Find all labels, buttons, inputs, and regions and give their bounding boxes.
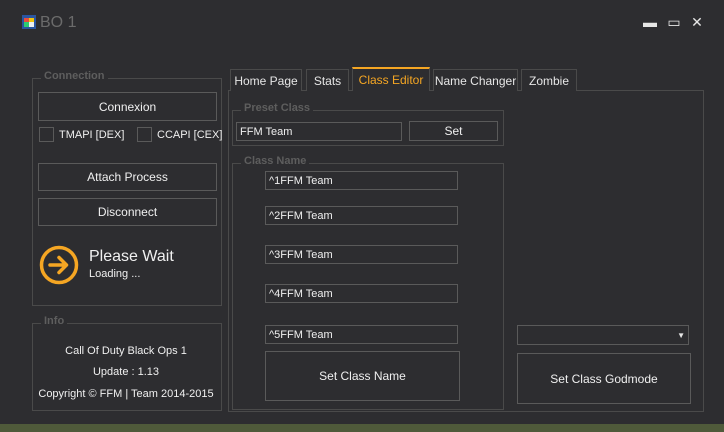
class-name-field-3[interactable]: ^3FFM Team (265, 245, 458, 264)
tab-zombie[interactable]: Zombie (521, 69, 577, 91)
info-copyright: Copyright © FFM | Team 2014-2015 (38, 388, 214, 400)
connection-group-title: Connection (41, 70, 108, 82)
tab-stats[interactable]: Stats (306, 69, 349, 91)
class-name-field-2[interactable]: ^2FFM Team (265, 206, 458, 225)
class-name-field-4[interactable]: ^4FFM Team (265, 284, 458, 303)
tab-home-page[interactable]: Home Page (230, 69, 302, 91)
tmapi-checkbox-box[interactable] (39, 127, 54, 142)
set-class-godmode-button[interactable]: Set Class Godmode (517, 353, 691, 404)
chevron-down-icon[interactable]: ▼ (677, 331, 685, 340)
maximize-button[interactable]: ▭ (665, 14, 683, 31)
close-button[interactable]: ✕ (688, 14, 706, 31)
ccapi-checkbox-box[interactable] (137, 127, 152, 142)
tab-class-editor[interactable]: Class Editor (352, 67, 430, 91)
window-title: BO 1 (40, 14, 77, 31)
attach-process-button[interactable]: Attach Process (38, 163, 217, 191)
preset-class-input[interactable]: FFM Team (236, 122, 402, 141)
set-class-name-button[interactable]: Set Class Name (265, 351, 460, 401)
info-group-title: Info (41, 315, 68, 327)
ccapi-checkbox[interactable]: CCAPI [CEX] (137, 127, 222, 142)
title-bar: BO 1 ▬ ▭ ✕ (0, 0, 724, 48)
tab-name-changer[interactable]: Name Changer (433, 69, 518, 91)
info-game: Call Of Duty Black Ops 1 (65, 345, 187, 357)
status-subtitle: Loading ... (89, 268, 141, 280)
godmode-dropdown[interactable]: ▼ (517, 325, 689, 345)
disconnect-button[interactable]: Disconnect (38, 198, 217, 226)
desktop-background (0, 424, 724, 432)
preset-set-button[interactable]: Set (409, 121, 498, 141)
arrow-right-circle-icon (39, 245, 79, 285)
status-title: Please Wait (89, 248, 174, 265)
tmapi-label: TMAPI [DEX] (59, 128, 125, 141)
ccapi-label: CCAPI [CEX] (157, 128, 223, 141)
connexion-button[interactable]: Connexion (38, 92, 217, 121)
class-name-field-1[interactable]: ^1FFM Team (265, 171, 458, 190)
class-name-field-5[interactable]: ^5FFM Team (265, 325, 458, 344)
tmapi-checkbox[interactable]: TMAPI [DEX] (39, 127, 124, 142)
preset-class-title: Preset Class (241, 102, 314, 114)
app-window-icon (22, 15, 36, 29)
minimize-button[interactable]: ▬ (641, 14, 659, 30)
info-update: Update : 1.13 (92, 366, 160, 378)
class-name-title: Class Name (241, 155, 310, 167)
